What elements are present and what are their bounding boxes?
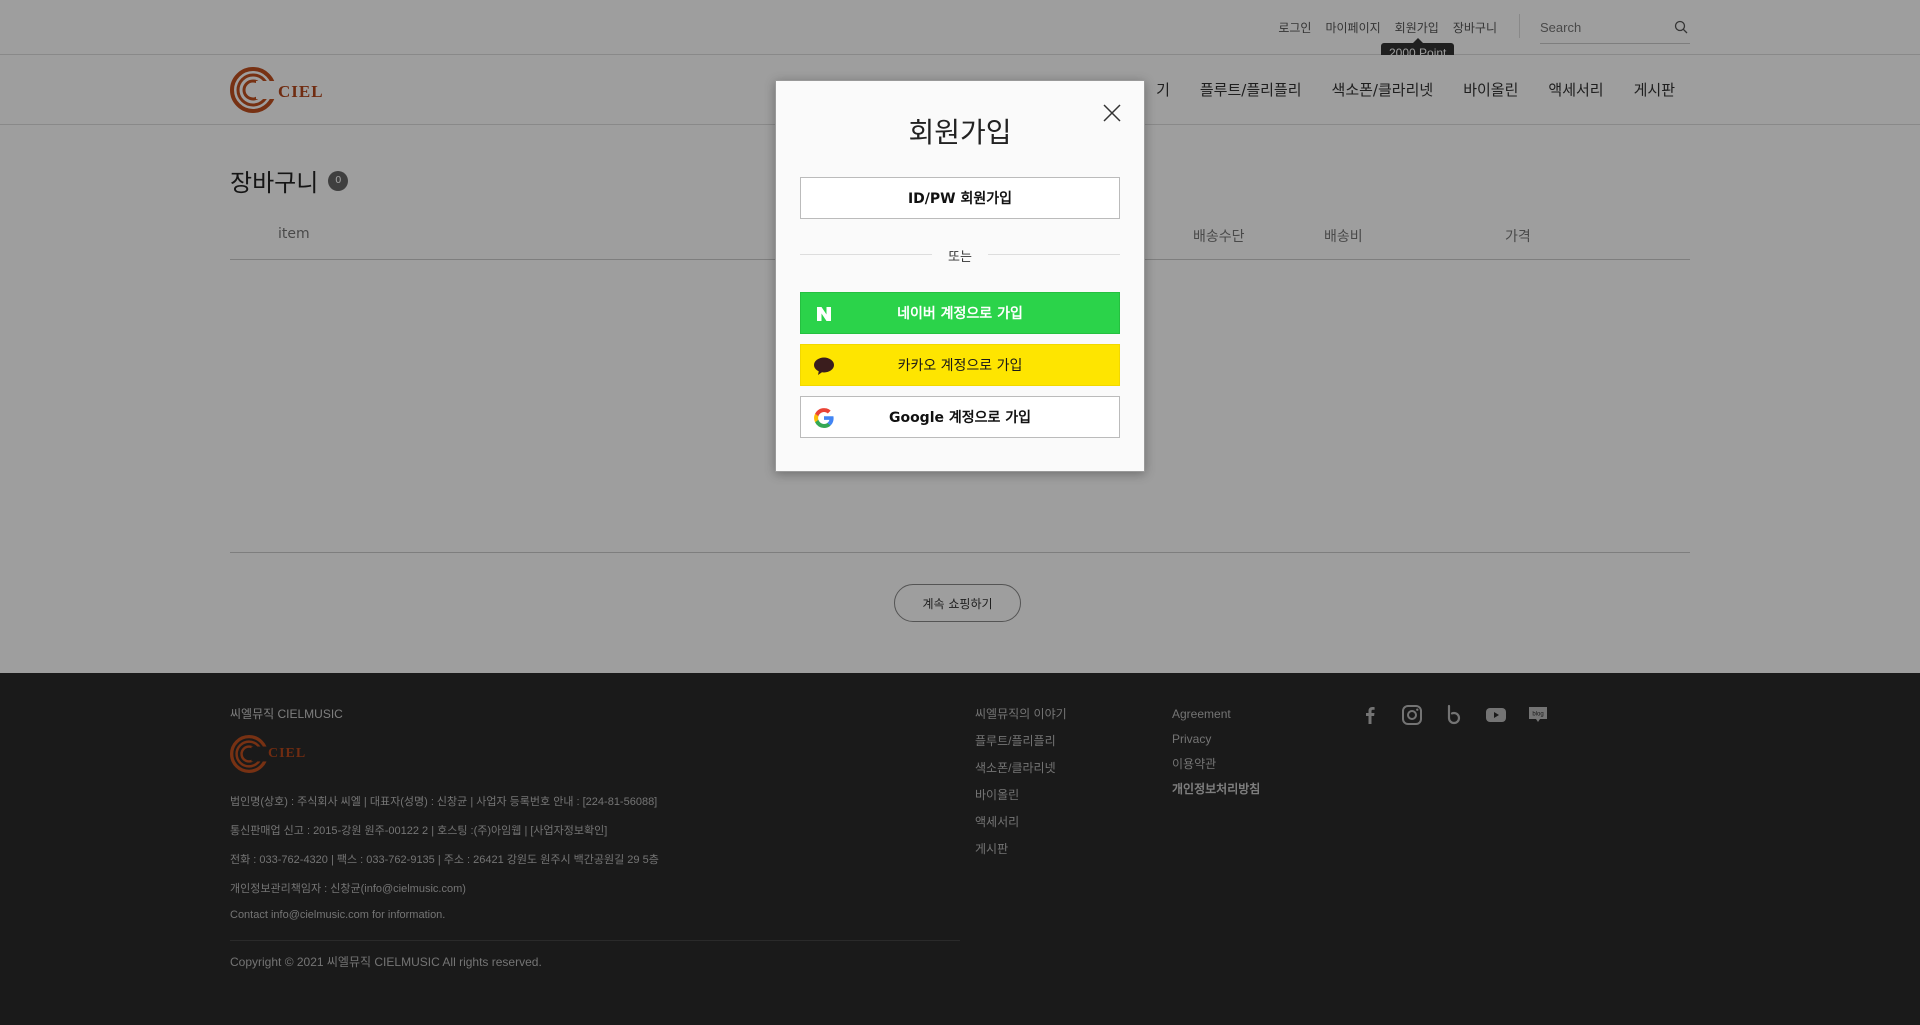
google-signup-button[interactable]: Google 계정으로 가입 xyxy=(800,396,1120,438)
naver-signup-button[interactable]: 네이버 계정으로 가입 xyxy=(800,292,1120,334)
naver-signup-label: 네이버 계정으로 가입 xyxy=(897,306,1023,322)
kakao-icon xyxy=(814,357,834,375)
id-pw-signup-label: ID/PW 회원가입 xyxy=(907,191,1013,207)
google-icon xyxy=(814,408,834,428)
naver-icon xyxy=(817,307,831,321)
kakao-signup-button[interactable]: 카카오 계정으로 가입 xyxy=(800,344,1120,386)
modal-title: 회원가입 xyxy=(908,116,1012,149)
google-signup-label: Google 계정으로 가입 xyxy=(888,410,1032,426)
id-pw-signup-button[interactable]: ID/PW 회원가입 xyxy=(800,177,1120,219)
signup-modal: 회원가입 ID/PW 회원가입 또는 네이버 계정으로 가입 카카오 계정으로 … xyxy=(775,80,1145,472)
kakao-signup-label: 카카오 계정으로 가입 xyxy=(897,358,1023,374)
or-label: 또는 xyxy=(932,246,988,265)
or-divider: 또는 xyxy=(800,246,1120,265)
close-icon[interactable] xyxy=(1102,103,1122,123)
